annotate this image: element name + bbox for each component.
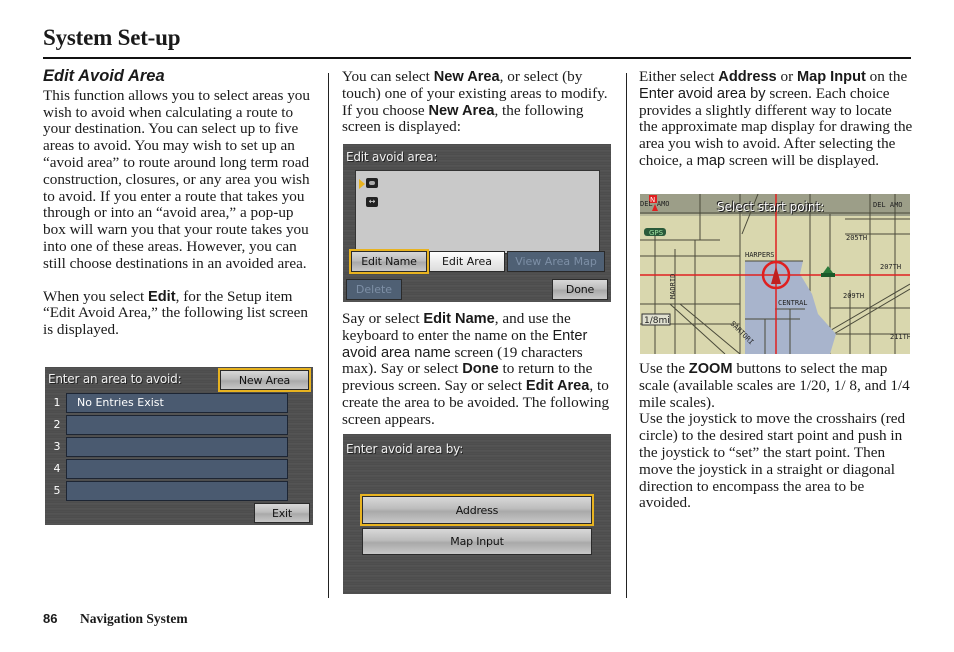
- list-row-5[interactable]: [66, 481, 288, 501]
- joystick-paragraph: Use the joystick to move the crosshairs …: [639, 410, 906, 512]
- page-title: System Set-up: [43, 25, 181, 50]
- column-3-lower: Use the ZOOM buttons to select the map s…: [639, 360, 914, 512]
- new-area-paragraph: You can select New Area, or select (by t…: [342, 68, 608, 136]
- gps-label: GPS: [649, 229, 664, 237]
- row-number: 5: [53, 484, 61, 497]
- edit-area-button[interactable]: Edit Area: [429, 251, 505, 272]
- row-number: 1: [53, 396, 61, 409]
- row-number: 2: [53, 418, 61, 431]
- street-label: DEL AMO: [873, 201, 903, 209]
- screen-edit-avoid-area: Edit avoid area: ↔ Edit Name Edit Area V…: [343, 144, 611, 302]
- footer-label: Navigation System: [80, 611, 188, 626]
- section-heading: Edit Avoid Area: [43, 67, 165, 85]
- list-row-1[interactable]: No Entries Exist: [66, 393, 288, 413]
- street-label: DEL AMO: [640, 200, 670, 208]
- row-number: 3: [53, 440, 61, 453]
- column-divider-2: [626, 73, 627, 598]
- edit-paragraph: When you select Edit, for the Setup item…: [43, 287, 309, 339]
- done-button[interactable]: Done: [552, 279, 608, 300]
- intro-paragraph: This function allows you to select areas…: [43, 86, 310, 272]
- map-screen-title: Select start point:: [717, 200, 825, 214]
- exit-button[interactable]: Exit: [254, 503, 310, 523]
- map-input-button[interactable]: Map Input: [362, 528, 592, 555]
- route-shield-icon: [823, 266, 833, 273]
- street-label: CENTRAL: [778, 299, 808, 307]
- list-row-4[interactable]: [66, 459, 288, 479]
- edit-name-button[interactable]: Edit Name: [349, 249, 429, 274]
- street-label: MADRID: [669, 274, 677, 299]
- screen-title: Edit avoid area:: [346, 150, 438, 164]
- zoom-paragraph: Use the ZOOM buttons to select the map s…: [639, 360, 910, 411]
- street-label: 205TH: [846, 234, 867, 242]
- screen-select-start-point-map[interactable]: N GPS 1/8mi DEL AMO DEL AMO 205TH HARPER…: [640, 194, 910, 354]
- list-row-2[interactable]: [66, 415, 288, 435]
- screen-enter-area-to-avoid: Enter an area to avoid: New Area 1 No En…: [45, 367, 313, 525]
- selection-pointer-icon: [359, 179, 365, 189]
- new-area-button[interactable]: New Area: [218, 368, 311, 392]
- delete-button[interactable]: Delete: [346, 279, 402, 300]
- row-number: 4: [53, 462, 61, 475]
- column-divider-1: [328, 73, 329, 598]
- page-number: 86: [43, 611, 58, 626]
- address-button[interactable]: Address: [360, 494, 594, 526]
- column-2: You can select New Area, or select (by t…: [342, 68, 617, 136]
- scale-label: 1/8mi: [644, 316, 670, 326]
- address-map-paragraph: Either select Address or Map Input on th…: [639, 68, 913, 169]
- column-3: Either select Address or Map Input on th…: [639, 68, 914, 170]
- title-rule: [43, 57, 911, 59]
- view-area-map-button[interactable]: View Area Map: [507, 251, 605, 272]
- screen-title: Enter avoid area by:: [346, 442, 464, 456]
- edit-name-paragraph: Say or select Edit Name, and use the key…: [342, 310, 610, 428]
- street-label: HARPERS: [745, 251, 775, 259]
- screen-enter-avoid-area-by: Enter avoid area by: Address Map Input: [343, 434, 611, 594]
- street-label: 209TH: [843, 292, 864, 300]
- column-1: Edit Avoid Area This function allows you…: [43, 68, 315, 339]
- street-label: 207TH: [880, 263, 901, 271]
- edit-area-list-panel: ↔: [355, 170, 600, 254]
- list-row-3[interactable]: [66, 437, 288, 457]
- area-size-icon[interactable]: ↔: [366, 197, 378, 207]
- name-icon[interactable]: [366, 178, 378, 188]
- screen-title: Enter an area to avoid:: [48, 372, 182, 386]
- column-2-lower: Say or select Edit Name, and use the key…: [342, 310, 617, 429]
- street-label: 211TH: [890, 333, 910, 341]
